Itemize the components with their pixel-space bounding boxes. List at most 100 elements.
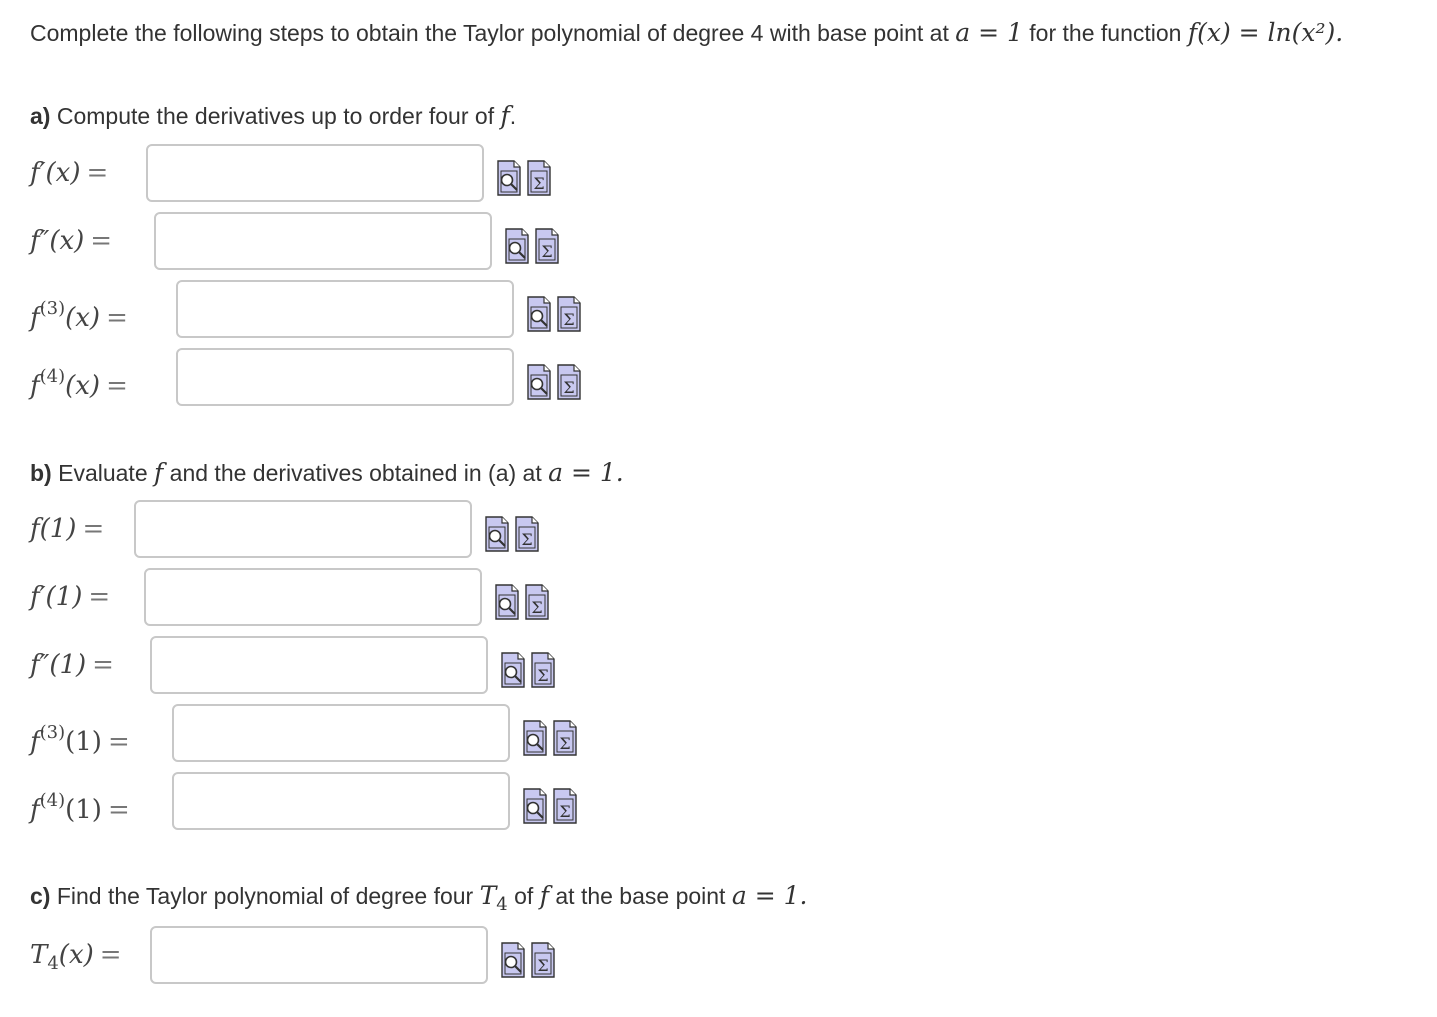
equals-sign: = xyxy=(107,727,130,757)
second-derivative-label: f″(x) = xyxy=(30,212,112,270)
equation-editor-icon[interactable]: Σ xyxy=(524,584,550,620)
second-derivative-at-1-input[interactable] xyxy=(150,636,488,694)
taylor-polynomial-tools: Σ xyxy=(500,942,556,980)
equals-sign: = xyxy=(82,514,105,544)
svg-text:Σ: Σ xyxy=(533,174,544,193)
taylor-polynomial-degree: 4 xyxy=(47,953,59,974)
section-a-text: Compute the derivatives up to order four… xyxy=(56,103,495,129)
preview-icon[interactable] xyxy=(496,160,522,196)
fourth-derivative-at-1-input[interactable] xyxy=(172,772,510,830)
section-c-poly-letter: T xyxy=(479,881,497,910)
preview-icon[interactable] xyxy=(484,516,510,552)
section-c-point: a = 1. xyxy=(731,881,808,910)
section-b-tag: b) xyxy=(30,460,52,486)
preview-icon[interactable] xyxy=(522,720,548,756)
equation-editor-icon[interactable]: Σ xyxy=(514,516,540,552)
svg-text:Σ: Σ xyxy=(563,310,574,329)
third-derivative-at-1-label: f(3)(1) = xyxy=(30,704,130,762)
preview-icon[interactable] xyxy=(526,364,552,400)
third-derivative-input[interactable] xyxy=(176,280,514,338)
equation-editor-icon[interactable]: Σ xyxy=(556,296,582,332)
equation-editor-icon[interactable]: Σ xyxy=(552,788,578,824)
problem-statement: Complete the following steps to obtain t… xyxy=(30,14,1430,52)
section-b-symbol: f xyxy=(154,458,164,487)
intro-base-point: a = 1 xyxy=(955,18,1023,47)
equals-sign: = xyxy=(86,158,109,188)
taylor-polynomial-input[interactable] xyxy=(150,926,488,984)
equals-sign: = xyxy=(106,371,128,401)
equation-editor-icon[interactable]: Σ xyxy=(526,160,552,196)
section-a-symbol: f xyxy=(500,101,510,130)
third-derivative-arg: (x) xyxy=(65,303,101,333)
value-at-1-tools: Σ xyxy=(484,516,540,554)
second-derivative-at-1-label: f″(1) = xyxy=(30,636,114,694)
equation-editor-icon[interactable]: Σ xyxy=(556,364,582,400)
taylor-polynomial-base: T xyxy=(30,940,48,970)
second-derivative-at-1-label-text: f″(1) xyxy=(30,650,87,680)
intro-text: Complete the following steps to obtain t… xyxy=(30,20,949,46)
value-at-1-label-text: f(1) xyxy=(30,514,77,544)
value-at-1-input[interactable] xyxy=(134,500,472,558)
first-derivative-at-1-label-text: f′(1) xyxy=(30,582,83,612)
svg-text:Σ: Σ xyxy=(531,598,542,617)
section-c-text-1: Find the Taylor polynomial of degree fou… xyxy=(56,883,474,909)
equation-editor-icon[interactable]: Σ xyxy=(530,652,556,688)
taylor-polynomial-arg: (x) xyxy=(58,940,94,970)
svg-text:Σ: Σ xyxy=(559,734,570,753)
preview-icon[interactable] xyxy=(500,652,526,688)
third-derivative-order: (3) xyxy=(39,298,66,319)
section-c-heading: c) Find the Taylor polynomial of degree … xyxy=(30,878,807,923)
section-b-text-2: and the derivatives obtained in (a) at xyxy=(169,460,542,486)
svg-text:Σ: Σ xyxy=(563,378,574,397)
fourth-derivative-arg: (x) xyxy=(65,371,101,401)
second-derivative-input[interactable] xyxy=(154,212,492,270)
fourth-derivative-tools: Σ xyxy=(526,364,582,402)
first-derivative-label: f′(x) = xyxy=(30,144,108,202)
fourth-derivative-at-1-arg: (1) xyxy=(65,795,102,825)
first-derivative-label-text: f′(x) xyxy=(30,158,81,188)
equation-editor-icon[interactable]: Σ xyxy=(552,720,578,756)
fourth-derivative-base: f xyxy=(30,371,40,401)
fourth-derivative-input[interactable] xyxy=(176,348,514,406)
section-a-tag: a) xyxy=(30,103,51,129)
section-a-heading: a) Compute the derivatives up to order f… xyxy=(30,98,516,134)
first-derivative-input[interactable] xyxy=(146,144,484,202)
first-derivative-at-1-input[interactable] xyxy=(144,568,482,626)
fourth-derivative-label: f(4)(x) = xyxy=(30,348,128,406)
section-b-heading: b) Evaluate f and the derivatives obtain… xyxy=(30,455,624,491)
svg-text:Σ: Σ xyxy=(521,530,532,549)
equals-sign: = xyxy=(106,303,128,333)
fourth-derivative-at-1-tools: Σ xyxy=(522,788,578,826)
preview-icon[interactable] xyxy=(522,788,548,824)
third-derivative-at-1-tools: Σ xyxy=(522,720,578,758)
equation-editor-icon[interactable]: Σ xyxy=(530,942,556,978)
equation-editor-icon[interactable]: Σ xyxy=(534,228,560,264)
section-c-tag: c) xyxy=(30,883,51,909)
fourth-derivative-order: (4) xyxy=(39,366,66,387)
third-derivative-at-1-base: f xyxy=(30,727,40,757)
equals-sign: = xyxy=(107,795,130,825)
first-derivative-at-1-label: f′(1) = xyxy=(30,568,110,626)
third-derivative-at-1-input[interactable] xyxy=(172,704,510,762)
third-derivative-base: f xyxy=(30,303,40,333)
preview-icon[interactable] xyxy=(504,228,530,264)
preview-icon[interactable] xyxy=(494,584,520,620)
section-a-end: . xyxy=(509,103,517,129)
value-at-1-label: f(1) = xyxy=(30,500,104,558)
svg-text:Σ: Σ xyxy=(537,666,548,685)
section-c-text-3: at the base point xyxy=(555,883,726,909)
intro-mid-text: for the function xyxy=(1029,20,1182,46)
section-b-point: a = 1. xyxy=(548,458,624,487)
first-derivative-at-1-tools: Σ xyxy=(494,584,550,622)
fourth-derivative-at-1-order: (4) xyxy=(39,790,66,811)
second-derivative-tools: Σ xyxy=(504,228,560,266)
equals-sign: = xyxy=(92,650,114,680)
third-derivative-tools: Σ xyxy=(526,296,582,334)
third-derivative-at-1-arg: (1) xyxy=(65,727,102,757)
equals-sign: = xyxy=(90,226,113,256)
preview-icon[interactable] xyxy=(526,296,552,332)
svg-text:Σ: Σ xyxy=(537,956,548,975)
preview-icon[interactable] xyxy=(500,942,526,978)
third-derivative-at-1-order: (3) xyxy=(39,722,66,743)
section-c-poly-degree: 4 xyxy=(496,894,508,915)
